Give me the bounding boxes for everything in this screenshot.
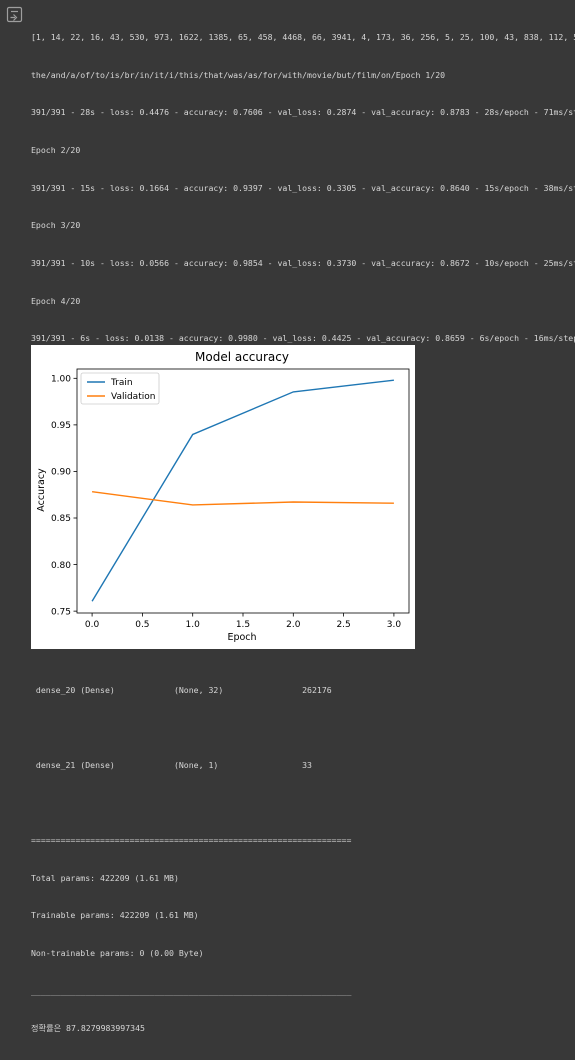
series-line-validation [91,490,394,506]
x-tick-label: 3.0 [387,620,402,630]
log-line-epoch1-metrics: 391/391 - 28s - loss: 0.4476 - accuracy:… [31,107,575,118]
accuracy-plot: Model accuracy 0.0 0.5 1.0 1.5 2.0 2.5 3.0 0.75… [31,345,415,649]
trainable-params: Trainable params: 422209 (1.61 MB) [31,910,199,921]
log-line-epoch4-metrics: 391/391 - 6s - loss: 0.0138 - accuracy: … [31,333,575,344]
y-tick-label: 0.75 [51,607,71,617]
log-line-epoch2: Epoch 2/20 [31,145,81,156]
log-line-vocab: the/and/a/of/to/is/br/in/it/i/this/that/… [31,69,446,80]
series-line-train [91,379,394,602]
summary-row: dense_21 (Dense) (None, 1) 33 [31,759,312,770]
x-tick-label: 1.0 [186,620,201,630]
x-tick-label: 2.5 [336,620,350,630]
summary-rule-bottom: ________________________________________… [31,985,352,996]
legend-label: Train [110,378,133,388]
accuracy-chart-svg: Model accuracy 0.0 0.5 1.0 1.5 2.0 2.5 3.0 0.75… [36,350,410,643]
y-tick-label: 0.85 [51,514,71,524]
x-tick-label: 0.0 [85,620,100,630]
non-trainable-params: Non-trainable params: 0 (0.00 Byte) [31,948,204,959]
y-tick-label: 0.95 [51,421,71,431]
plot-legend: Train Validation [80,372,160,405]
plot-axes: 0.0 0.5 1.0 1.5 2.0 2.5 3.0 0.75 0.80 0.85 0.90 0.9… [51,368,410,630]
log-line-epoch3: Epoch 3/20 [31,220,81,231]
log-line-epoch2-metrics: 391/391 - 15s - loss: 0.1664 - accuracy:… [31,182,575,193]
output-toggle-icon[interactable] [6,6,23,23]
x-tick-label: 2.0 [286,620,301,630]
y-tick-label: 1.00 [51,375,71,385]
summary-rule-eq-bottom: ========================================… [31,835,352,846]
summary-row-spacer [31,796,575,809]
x-tick-label: 0.5 [135,620,149,630]
log-line-token-ids: [1, 14, 22, 16, 43, 530, 973, 1622, 1385… [31,32,575,43]
total-params: Total params: 422209 (1.61 MB) [31,872,179,883]
x-tick-label: 1.5 [236,620,250,630]
summary-row: dense_20 (Dense) (None, 32) 262176 [31,684,332,695]
x-axis-label: Epoch [227,632,256,643]
plot-frame [76,368,410,614]
y-tick-label: 0.80 [51,561,71,571]
log-line-epoch3-metrics: 391/391 - 10s - loss: 0.0566 - accuracy:… [31,257,575,268]
notebook-output-cell: [1, 14, 22, 16, 43, 530, 973, 1622, 1385… [0,0,575,1033]
plot-series [91,379,394,602]
legend-label: Validation [111,392,155,402]
y-axis-label: Accuracy [36,468,47,512]
y-tick-label: 0.90 [51,468,71,478]
accuracy-result: 정확률은 87.8279983997345 [31,1023,145,1034]
log-line-epoch4: Epoch 4/20 [31,295,81,306]
chart-title: Model accuracy [195,350,289,364]
summary-row-spacer [31,721,575,734]
